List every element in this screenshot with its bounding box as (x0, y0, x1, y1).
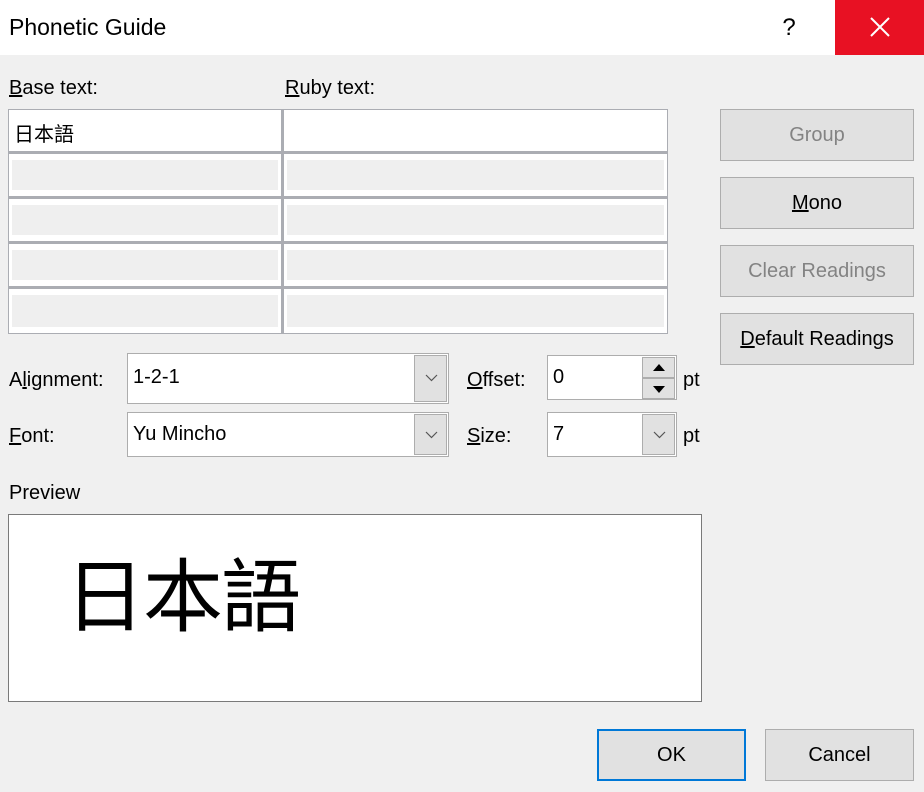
chevron-down-icon (653, 431, 666, 439)
button-label: ono (808, 192, 843, 214)
size-label: Size: (467, 425, 511, 448)
accel-key: B (9, 77, 23, 99)
close-button[interactable] (835, 0, 924, 55)
alignment-value: 1-2-1 (133, 366, 180, 388)
alignment-dropdown[interactable]: 1-2-1 (127, 353, 449, 404)
cancel-button[interactable]: Cancel (765, 729, 914, 781)
base-text-cell (9, 199, 284, 244)
size-unit-label: pt (683, 425, 700, 447)
default-readings-button[interactable]: Default Readings (720, 313, 914, 365)
size-dropdown-button[interactable] (642, 414, 675, 455)
offset-decrement-button[interactable] (642, 378, 675, 399)
close-icon (870, 17, 890, 37)
accel-key: S (467, 425, 481, 447)
label-text: ase text: (22, 77, 98, 99)
offset-increment-button[interactable] (642, 357, 675, 378)
accel-key: M (791, 192, 809, 214)
button-label: efault Readings (754, 328, 894, 350)
offset-label: Offset: (467, 369, 526, 392)
title-bar: Phonetic Guide ? (0, 0, 924, 55)
size-dropdown[interactable]: 7 (547, 412, 677, 457)
mono-button[interactable]: Mono (720, 177, 914, 229)
label-text: ize: (480, 425, 512, 447)
window-title: Phonetic Guide (9, 14, 167, 40)
label-text: ignment: (26, 369, 104, 391)
base-text-cell[interactable]: 日本語 (9, 110, 284, 154)
font-dropdown-button[interactable] (414, 414, 447, 455)
font-dropdown[interactable]: Yu Mincho (127, 412, 449, 457)
chevron-down-icon (425, 374, 438, 382)
chevron-down-icon (425, 431, 438, 439)
preview-box: 日本語 (8, 514, 702, 702)
accel-key: R (285, 77, 300, 99)
accel-key: F (9, 425, 22, 447)
help-button[interactable]: ? (768, 0, 810, 55)
accel-key: O (467, 369, 483, 391)
font-value: Yu Mincho (133, 423, 227, 445)
ruby-text-cell[interactable] (284, 110, 667, 154)
label-text: uby text: (299, 77, 376, 99)
ruby-text-label: Ruby text: (285, 77, 375, 100)
offset-unit-label: pt (683, 369, 700, 391)
accel-key: D (740, 328, 755, 350)
offset-spinner[interactable]: 0 (547, 355, 677, 400)
label-text: ont: (21, 425, 55, 447)
ok-button[interactable]: OK (597, 729, 746, 781)
clear-readings-button[interactable]: Clear Readings (720, 245, 914, 297)
size-value: 7 (553, 423, 565, 445)
arrow-down-icon (653, 386, 665, 393)
base-text-value: 日本語 (14, 124, 74, 146)
preview-text: 日本語 (65, 551, 301, 644)
ruby-text-cell (284, 289, 667, 333)
ruby-text-cell (284, 244, 667, 289)
alignment-dropdown-button[interactable] (414, 355, 447, 402)
phonetic-grid: 日本語 (8, 109, 668, 334)
base-text-cell (9, 289, 284, 333)
preview-label: Preview (9, 482, 81, 504)
base-text-cell (9, 244, 284, 289)
font-label: Font: (9, 425, 55, 448)
label-text: ffset: (482, 369, 526, 391)
alignment-label: Alignment: (9, 369, 104, 392)
ruby-text-cell (284, 199, 667, 244)
ruby-text-cell (284, 154, 667, 199)
base-text-cell (9, 154, 284, 199)
arrow-up-icon (653, 364, 665, 371)
group-button[interactable]: Group (720, 109, 914, 161)
base-text-label: Base text: (9, 77, 98, 100)
label-text: A (9, 369, 23, 391)
offset-value: 0 (553, 366, 565, 388)
